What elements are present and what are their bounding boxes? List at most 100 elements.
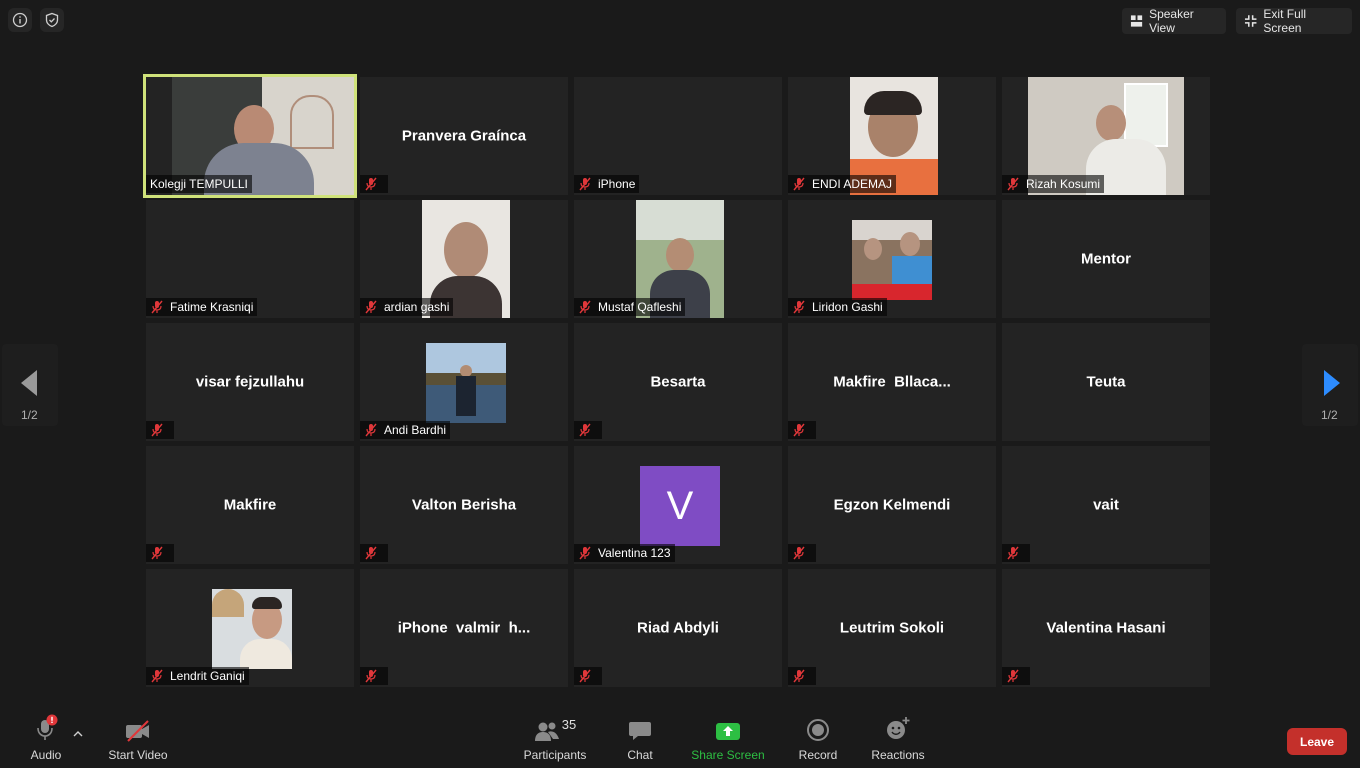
participant-display-name: Mentor [1081,250,1131,268]
participants-button[interactable]: 35 Participants [520,712,590,768]
audio-button[interactable]: Audio [26,712,66,768]
start-video-button[interactable]: Start Video [104,712,172,768]
participant-display-name: Makfire [223,496,277,514]
mic-muted-icon [151,423,163,437]
mute-indicator [360,544,388,562]
exit-full-screen-button[interactable]: Exit Full Screen [1236,7,1352,35]
mute-indicator [146,421,174,439]
participant-name-label: Mustaf Qafleshi [574,298,686,316]
video-tile[interactable]: Pranvera Graínca [360,77,568,195]
mute-indicator [360,175,388,193]
mic-muted-icon [1007,669,1019,683]
video-tile[interactable]: Makfire [146,446,354,564]
mic-muted-icon [579,177,591,191]
participant-display-name: visar fejzullahu [195,373,305,391]
participant-display-name: Valentina Hasani [1046,619,1166,637]
participant-photo [852,220,932,300]
video-tile[interactable]: Teuta [1002,323,1210,441]
video-tile[interactable]: Kolegji TEMPULLI [143,74,357,198]
speaker-view-button[interactable]: Speaker View [1122,7,1226,35]
share-screen-icon [716,723,740,740]
video-tile[interactable]: ENDI ADEMAJ [788,77,996,195]
participants-icon [534,722,559,741]
mic-muted-icon [579,423,591,437]
mic-muted-icon [365,300,377,314]
video-muted-icon [126,720,149,742]
video-tile[interactable]: Mentor [1002,200,1210,318]
mic-muted-icon [579,300,591,314]
participant-name-label: Valentina 123 [574,544,675,562]
participant-name-label: ardian gashi [360,298,454,316]
reactions-button[interactable]: Reactions [870,712,926,768]
participant-display-name: Leutrim Sokoli [839,619,945,637]
video-tile[interactable]: Andi Bardhi [360,323,568,441]
mic-muted-icon [793,423,805,437]
video-tile[interactable]: Leutrim Sokoli [788,569,996,687]
video-tile[interactable]: Liridon Gashi [788,200,996,318]
video-tile[interactable]: Valton Berisha [360,446,568,564]
chat-label: Chat [627,748,653,762]
video-tile[interactable]: Makfire Bllaca... [788,323,996,441]
video-tile[interactable]: Rizah Kosumi [1002,77,1210,195]
participant-photo [426,343,506,423]
chat-button[interactable]: Chat [620,712,660,768]
video-tile[interactable]: Riad Abdyli [574,569,782,687]
mute-indicator [788,544,816,562]
participant-name-label: iPhone [574,175,640,193]
record-label: Record [798,748,838,762]
mic-muted-icon [793,546,805,560]
mute-indicator [788,421,816,439]
participants-label: Participants [523,748,587,762]
video-tile[interactable]: Mustaf Qafleshi [574,200,782,318]
mic-muted-icon [793,300,805,314]
video-tile[interactable]: vait [1002,446,1210,564]
share-screen-label: Share Screen [691,748,765,762]
avatar: V [640,466,720,546]
mic-muted-icon [793,177,805,191]
speaker-view-label: Speaker View [1149,7,1194,35]
video-grid: Kolegji TEMPULLI Pranvera Graínca iPhone… [143,74,1214,689]
video-tile[interactable]: visar fejzullahu [146,323,354,441]
exit-fullscreen-icon [1244,15,1257,27]
record-button[interactable]: Record [796,712,840,768]
video-tile[interactable]: Egzon Kelmendi [788,446,996,564]
participant-photo [212,589,292,669]
participant-display-name: Egzon Kelmendi [833,496,951,514]
participant-display-name: Valton Berisha [411,496,517,514]
audio-options-chevron-icon[interactable] [72,726,84,737]
reactions-label: Reactions [871,748,925,762]
participants-count: 35 [561,717,577,732]
mute-indicator [360,667,388,685]
share-screen-button[interactable]: Share Screen [690,712,766,768]
video-tile[interactable]: Besarta [574,323,782,441]
participant-name-label: Kolegji TEMPULLI [146,175,252,193]
mute-indicator [574,667,602,685]
mic-muted-icon [579,546,591,560]
chat-icon [629,722,651,740]
mic-muted-icon [151,300,163,314]
video-tile[interactable]: Fatime Krasniqi [146,200,354,318]
mic-muted-icon [365,177,377,191]
mic-muted-icon [365,546,377,560]
video-tile[interactable]: iPhone valmir h... [360,569,568,687]
meeting-toolbar: Audio Start Video 35 Participants Chat S… [0,712,1360,768]
mic-muted-icon [365,669,377,683]
mute-indicator [574,421,602,439]
participant-display-name: iPhone valmir h... [397,619,531,637]
mute-indicator [1002,667,1030,685]
leave-button[interactable]: Leave [1287,728,1347,755]
mute-indicator [1002,544,1030,562]
video-tile[interactable]: iPhone [574,77,782,195]
video-tile[interactable]: ardian gashi [360,200,568,318]
video-tile[interactable]: Valentina Hasani [1002,569,1210,687]
video-tile[interactable]: Lendrit Ganiqi [146,569,354,687]
video-tile[interactable]: V Valentina 123 [574,446,782,564]
mic-muted-icon [1007,546,1019,560]
participant-name-label: ENDI ADEMAJ [788,175,897,193]
mic-muted-icon [793,669,805,683]
record-icon [807,719,829,741]
info-icon[interactable] [8,8,32,32]
mic-muted-icon [365,423,377,437]
shield-icon[interactable] [40,8,64,32]
page-indicator-right: 1/2 [1321,408,1338,422]
